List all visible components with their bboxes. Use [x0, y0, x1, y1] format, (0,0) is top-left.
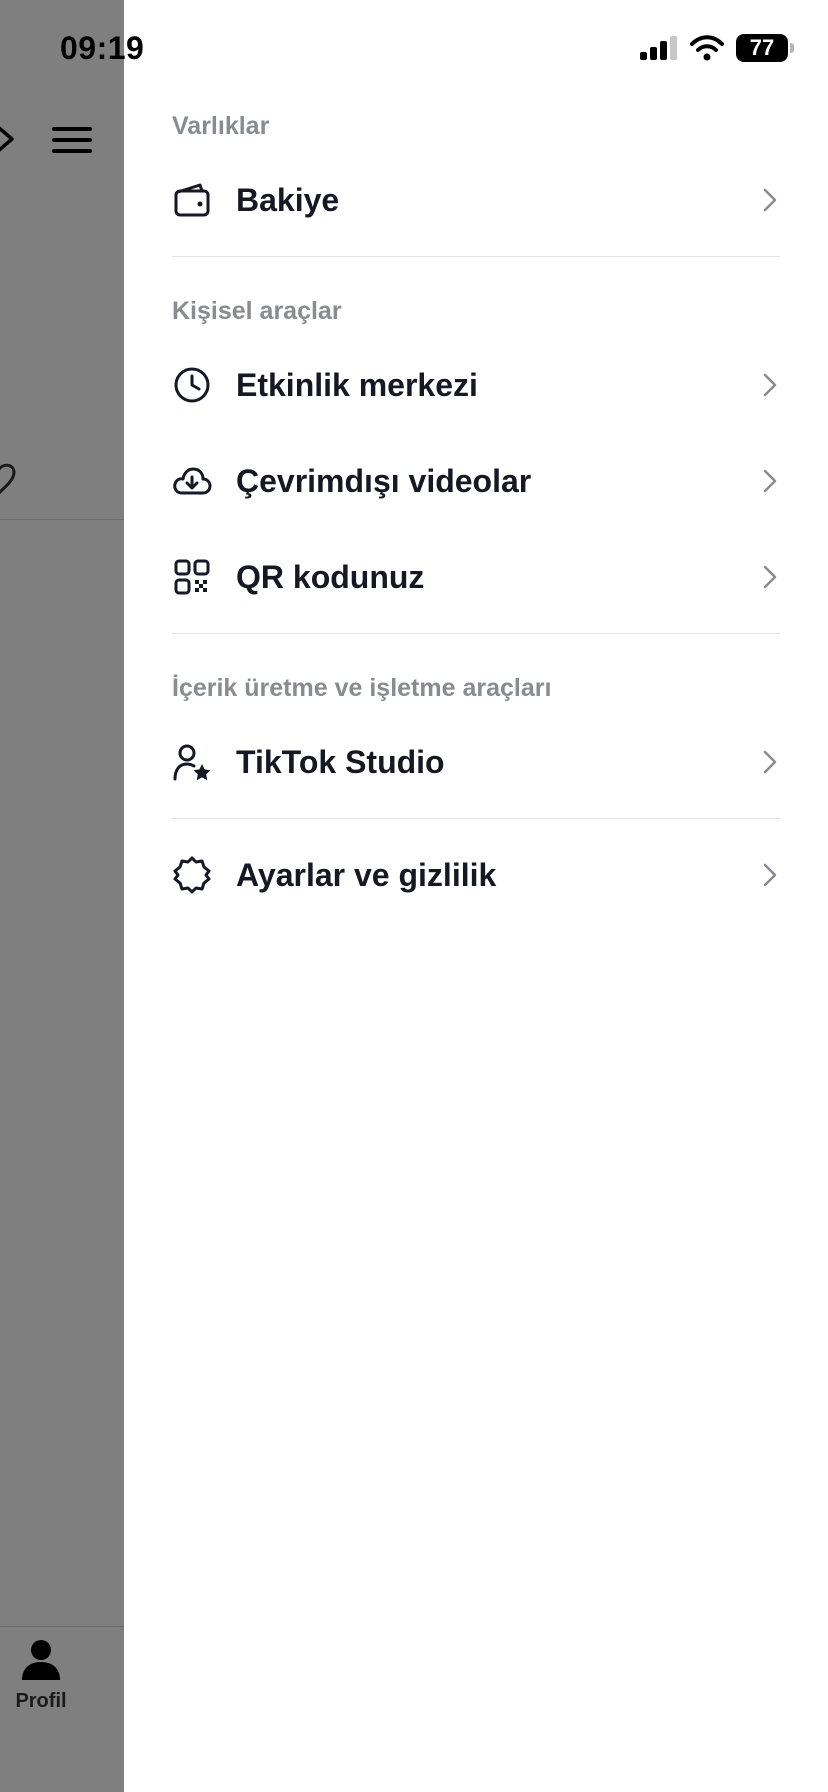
chevron-right-icon: [763, 373, 777, 397]
side-drawer: Varlıklar Bakiye Kişisel araçlar Etkinli…: [124, 0, 828, 1792]
menu-item-label: TikTok Studio: [236, 743, 445, 780]
cellular-signal-icon: [640, 36, 677, 60]
menu-item-label: Çevrimdışı videolar: [236, 462, 532, 499]
section-title-creator-tools: İçerik üretme ve işletme araçları: [172, 674, 552, 702]
section-divider: [172, 818, 780, 819]
profile-icon[interactable]: [20, 1638, 62, 1682]
tabbar-divider: [0, 1626, 124, 1627]
menu-item-label: Ayarlar ve gizlilik: [236, 856, 497, 893]
section-title-personal-tools: Kişisel araçlar: [172, 297, 342, 325]
gear-icon: [172, 855, 212, 895]
screen: Profil Varlıklar Bakiye Kişisel araçlar: [0, 0, 828, 1792]
background-overlay[interactable]: Profil: [0, 0, 124, 1792]
heart-icon: [0, 463, 16, 495]
menu-item-settings-privacy[interactable]: Ayarlar ve gizlilik: [172, 835, 780, 915]
chevron-right-icon: [0, 126, 14, 152]
battery-level: 77: [749, 35, 775, 60]
menu-item-qr-code[interactable]: QR kodunuz: [172, 537, 780, 617]
wallet-icon: [172, 180, 212, 220]
status-indicators: 77: [640, 34, 794, 62]
menu-item-balance[interactable]: Bakiye: [172, 160, 780, 240]
menu-item-label: Etkinlik merkezi: [236, 366, 478, 403]
section-title-assets: Varlıklar: [172, 112, 270, 140]
chevron-right-icon: [763, 469, 777, 493]
section-divider: [172, 256, 780, 257]
menu-item-label: Bakiye: [236, 181, 340, 218]
chevron-right-icon: [763, 565, 777, 589]
chevron-right-icon: [763, 188, 777, 212]
menu-item-activity-center[interactable]: Etkinlik merkezi: [172, 345, 780, 425]
status-time: 09:19: [60, 30, 145, 66]
battery-indicator: 77: [736, 34, 788, 62]
menu-item-offline-videos[interactable]: Çevrimdışı videolar: [172, 441, 780, 521]
menu-item-label: QR kodunuz: [236, 558, 425, 595]
chevron-right-icon: [763, 750, 777, 774]
profile-tab-label: Profil: [15, 1690, 67, 1712]
background-divider: [0, 519, 124, 520]
qr-code-icon: [172, 557, 212, 597]
hamburger-menu-icon: [52, 127, 92, 153]
user-star-icon: [172, 742, 212, 782]
section-divider: [172, 633, 780, 634]
menu-item-tiktok-studio[interactable]: TikTok Studio: [172, 722, 780, 802]
clock-icon: [172, 365, 212, 405]
battery-cap: [790, 43, 794, 53]
cloud-download-icon: [172, 461, 212, 501]
chevron-right-icon: [763, 863, 777, 887]
wifi-icon: [690, 35, 724, 61]
